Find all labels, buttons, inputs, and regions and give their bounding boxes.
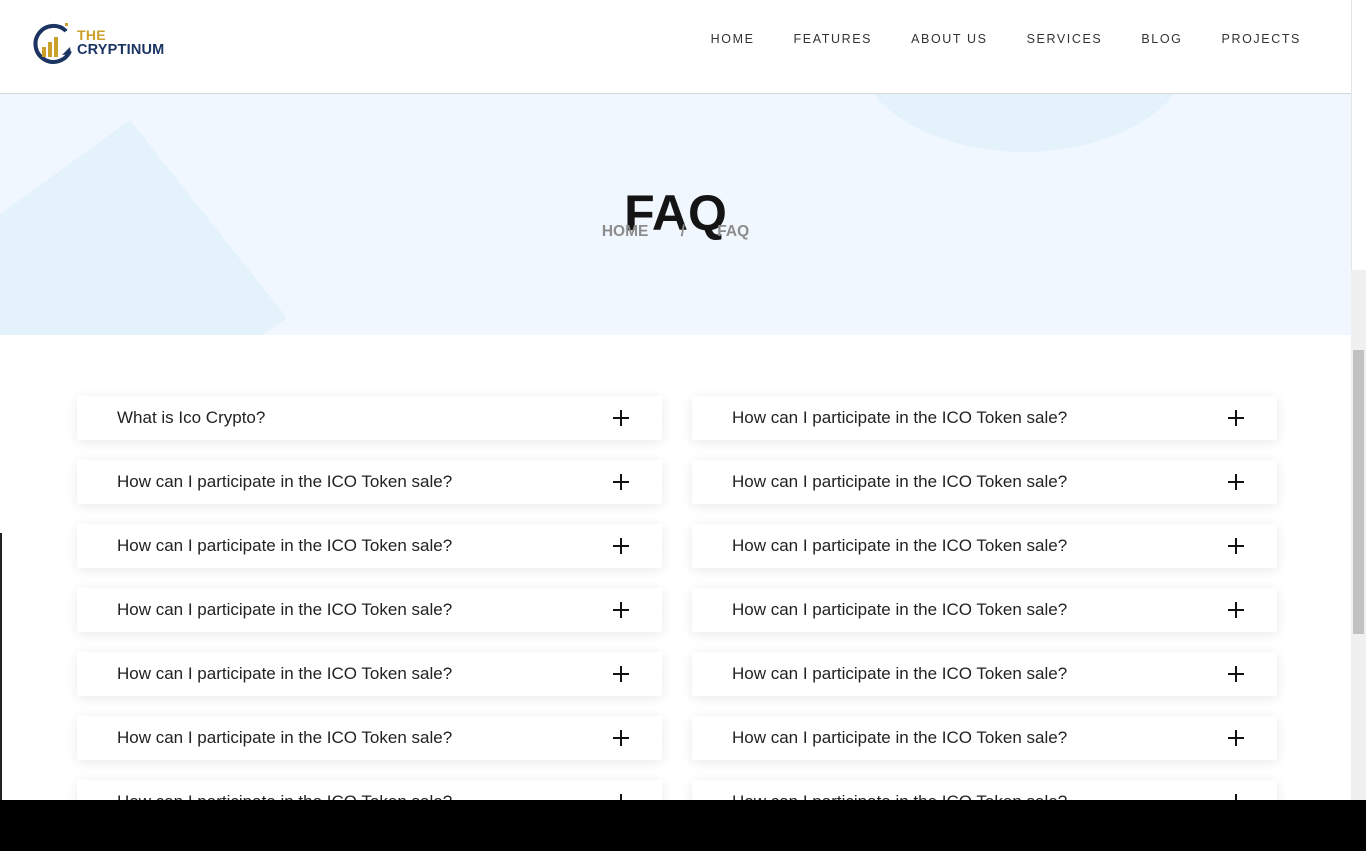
faq-question: How can I participate in the ICO Token s…	[732, 600, 1068, 619]
nav-services[interactable]: SERVICES	[1027, 31, 1103, 47]
faq-question: How can I participate in the ICO Token s…	[732, 408, 1068, 427]
plus-icon[interactable]	[1228, 474, 1244, 490]
nav-blog[interactable]: BLOG	[1141, 31, 1182, 47]
breadcrumb-home-link[interactable]: HOME	[602, 223, 649, 241]
nav-about-us[interactable]: ABOUT US	[911, 31, 987, 47]
faq-question: How can I participate in the ICO Token s…	[117, 600, 453, 619]
faq-item[interactable]: How can I participate in the ICO Token s…	[692, 588, 1277, 632]
faq-section: What is Ico Crypto? How can I participat…	[0, 335, 1351, 800]
plus-icon[interactable]	[613, 474, 629, 490]
faq-item[interactable]: How can I participate in the ICO Token s…	[692, 716, 1277, 760]
faq-item[interactable]: How can I participate in the ICO Token s…	[692, 396, 1277, 440]
nav-home[interactable]: HOME	[711, 31, 755, 47]
logo-text-top: THE	[77, 27, 106, 43]
faq-question: How can I participate in the ICO Token s…	[732, 664, 1068, 683]
faq-item[interactable]: How can I participate in the ICO Token s…	[692, 524, 1277, 568]
plus-icon[interactable]	[613, 410, 629, 426]
plus-icon[interactable]	[1228, 794, 1244, 800]
faq-question: How can I participate in the ICO Token s…	[117, 472, 453, 491]
faq-column-left: What is Ico Crypto? How can I participat…	[77, 396, 662, 800]
faq-item[interactable]: How can I participate in the ICO Token s…	[77, 460, 662, 504]
plus-icon[interactable]	[613, 602, 629, 618]
breadcrumb-separator: /	[680, 223, 685, 240]
plus-icon[interactable]	[613, 538, 629, 554]
faq-item[interactable]: How can I participate in the ICO Token s…	[77, 780, 662, 800]
faq-question: How can I participate in the ICO Token s…	[732, 536, 1068, 555]
plus-icon[interactable]	[613, 730, 629, 746]
plus-icon[interactable]	[1228, 666, 1244, 682]
faq-question: How can I participate in the ICO Token s…	[117, 792, 452, 800]
breadcrumb: HOME / FAQ	[0, 223, 1351, 241]
logo-mark-icon	[33, 23, 72, 64]
faq-item[interactable]: How can I participate in the ICO Token s…	[692, 652, 1277, 696]
faq-question: How can I participate in the ICO Token s…	[117, 664, 453, 683]
faq-column-right: How can I participate in the ICO Token s…	[692, 396, 1277, 800]
faq-question: How can I participate in the ICO Token s…	[117, 728, 453, 747]
nav-projects[interactable]: PROJECTS	[1222, 31, 1301, 47]
scrollbar-thumb[interactable]	[1353, 350, 1364, 634]
faq-question: How can I participate in the ICO Token s…	[732, 792, 1067, 800]
plus-icon[interactable]	[1228, 410, 1244, 426]
site-header: THE CRYPTINUM HOME FEATURES ABOUT US SER…	[0, 0, 1351, 94]
plus-icon[interactable]	[1228, 538, 1244, 554]
logo-text-bottom: CRYPTINUM	[77, 42, 165, 58]
faq-question: How can I participate in the ICO Token s…	[732, 728, 1068, 747]
main-nav: HOME FEATURES ABOUT US SERVICES BLOG PRO…	[672, 31, 1301, 47]
faq-question: How can I participate in the ICO Token s…	[117, 536, 453, 555]
faq-item[interactable]: How can I participate in the ICO Token s…	[77, 588, 662, 632]
faq-question: What is Ico Crypto?	[117, 408, 266, 427]
window-edge	[0, 533, 2, 800]
plus-icon[interactable]	[1228, 602, 1244, 618]
faq-item[interactable]: What is Ico Crypto?	[77, 396, 662, 440]
scrollbar-upper-region	[1351, 0, 1366, 270]
faq-item[interactable]: How can I participate in the ICO Token s…	[692, 780, 1277, 800]
plus-icon[interactable]	[613, 666, 629, 682]
faq-item[interactable]: How can I participate in the ICO Token s…	[692, 460, 1277, 504]
faq-item[interactable]: How can I participate in the ICO Token s…	[77, 652, 662, 696]
nav-features[interactable]: FEATURES	[794, 31, 873, 47]
faq-item[interactable]: How can I participate in the ICO Token s…	[77, 524, 662, 568]
plus-icon[interactable]	[613, 794, 629, 800]
breadcrumb-current: FAQ	[717, 223, 750, 240]
faq-item[interactable]: How can I participate in the ICO Token s…	[77, 716, 662, 760]
plus-icon[interactable]	[1228, 730, 1244, 746]
page-banner: FAQ HOME / FAQ	[0, 94, 1351, 335]
faq-question: How can I participate in the ICO Token s…	[732, 472, 1068, 491]
site-logo[interactable]: THE CRYPTINUM	[30, 21, 175, 67]
browser-viewport: THE CRYPTINUM HOME FEATURES ABOUT US SER…	[0, 0, 1366, 800]
